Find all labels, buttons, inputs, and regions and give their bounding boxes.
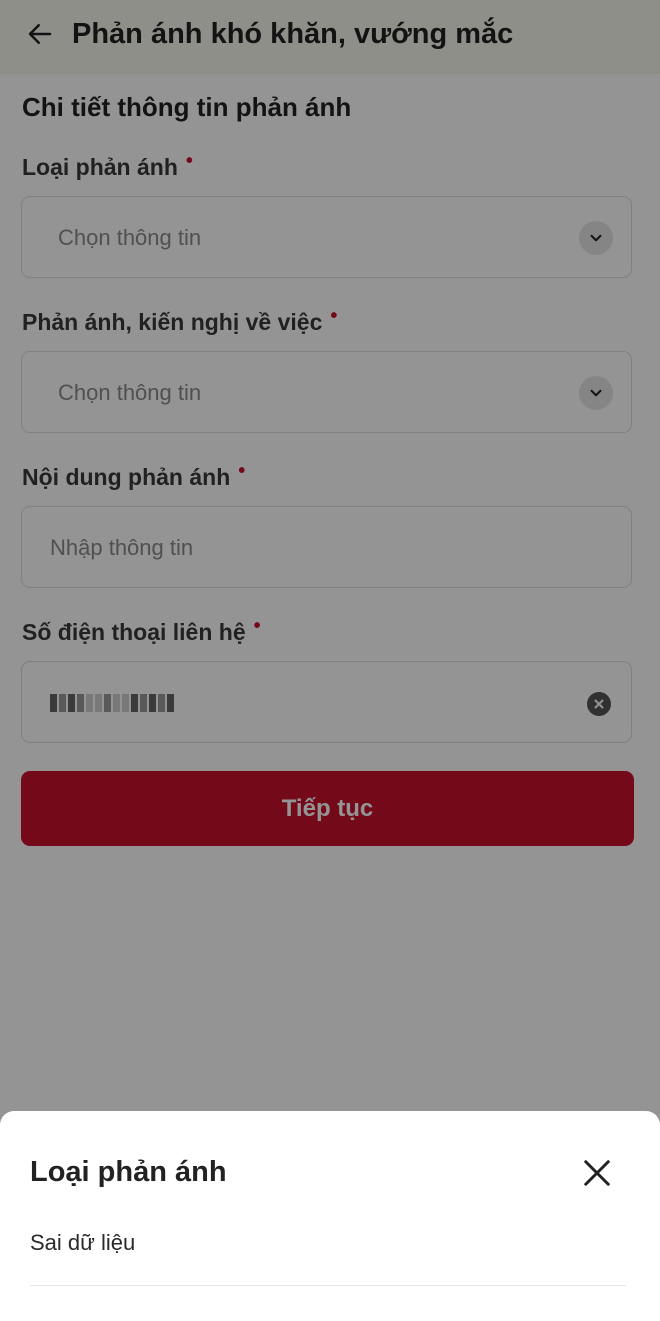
sheet-title: Loại phản ánh [30, 1156, 227, 1188]
option-label: Sai dữ liệu [30, 1230, 136, 1255]
option-item-sai-du-lieu[interactable]: Sai dữ liệu [30, 1216, 626, 1286]
sheet-close-button[interactable] [576, 1152, 618, 1194]
close-icon [584, 1160, 610, 1186]
